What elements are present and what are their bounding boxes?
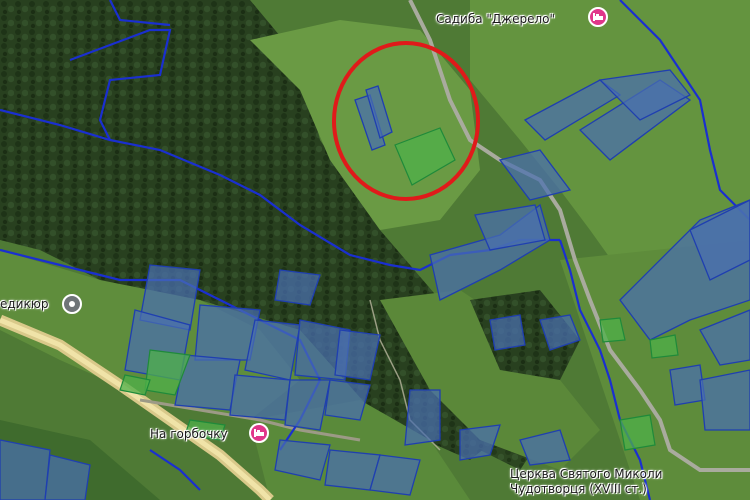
parcel	[669, 364, 706, 406]
parcel	[699, 369, 750, 431]
poi-icon[interactable]	[62, 294, 82, 314]
parcel	[0, 439, 51, 500]
parcel	[229, 374, 291, 421]
lodging-icon[interactable]	[249, 423, 269, 443]
satellite-map[interactable]: Садиба "Джерело" едикюр На горбочку Церк…	[0, 0, 750, 500]
parcel	[489, 314, 526, 351]
place-label[interactable]: На горбочку	[150, 427, 228, 441]
parcel	[244, 319, 301, 381]
parcel	[619, 414, 656, 451]
place-label[interactable]: Чудотворця (XVIII ст.)	[510, 482, 647, 496]
place-label[interactable]: Садиба "Джерело"	[436, 12, 555, 26]
map-imagery	[0, 0, 750, 500]
parcel	[404, 389, 441, 446]
parcel	[599, 317, 626, 343]
place-label[interactable]: Церква Святого Миколи	[510, 467, 662, 481]
place-label[interactable]: едикюр	[0, 297, 48, 311]
lodging-icon[interactable]	[588, 7, 608, 27]
